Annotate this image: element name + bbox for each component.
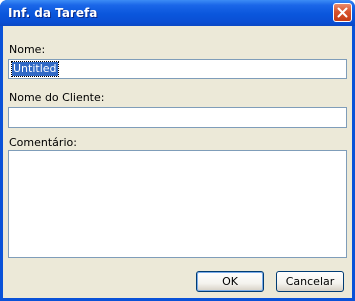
client-name-field[interactable] [8, 107, 347, 128]
dialog-body: Nome: Untitled Nome do Cliente: Comentár… [3, 26, 352, 298]
title-bar[interactable]: Inf. da Tarefa [0, 0, 355, 26]
comment-textarea[interactable] [8, 150, 347, 258]
ok-button[interactable]: OK [196, 271, 264, 292]
cancel-button-label: Cancelar [285, 275, 335, 288]
name-field[interactable]: Untitled [8, 59, 347, 79]
dialog-window: Inf. da Tarefa Nome: Untitled Nome do Cl… [0, 0, 355, 301]
close-button[interactable] [333, 3, 352, 22]
ok-button-label: OK [222, 275, 238, 288]
client-name-label: Nome do Cliente: [9, 91, 105, 104]
name-label: Nome: [9, 43, 46, 56]
name-field-value: Untitled [11, 61, 59, 77]
window-title: Inf. da Tarefa [8, 6, 98, 20]
cancel-button[interactable]: Cancelar [276, 271, 344, 292]
comment-label: Comentário: [9, 136, 77, 149]
close-icon [337, 7, 348, 18]
